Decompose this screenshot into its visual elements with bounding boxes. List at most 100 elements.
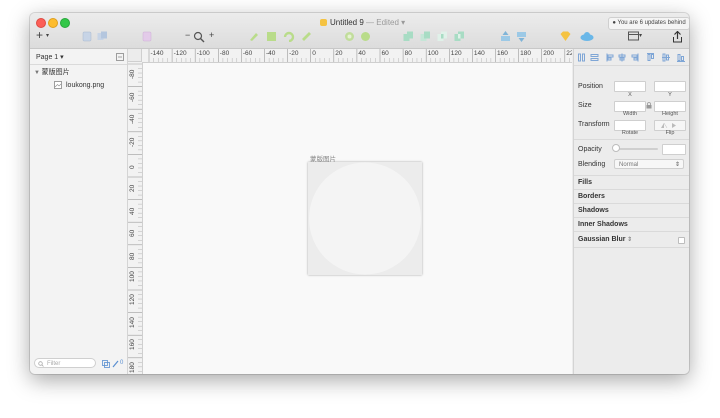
- group-icon: [82, 31, 92, 42]
- mask-icon: [345, 32, 354, 41]
- mirror-button[interactable]: [560, 31, 571, 43]
- difference-button[interactable]: [454, 31, 465, 43]
- opacity-slider-track[interactable]: [614, 148, 658, 150]
- borders-section[interactable]: Borders: [578, 193, 605, 200]
- inspector-panel: Position X Y Size Width Height Transform…: [573, 49, 689, 374]
- vertical-ruler[interactable]: -80 -60 -40 -20 0 20 40 60 80 100 120 140 160 180: [128, 62, 143, 374]
- ruler-label: 80: [129, 252, 136, 260]
- ruler-label: 100: [427, 50, 439, 57]
- subtract-icon: [420, 31, 430, 41]
- ruler-label: -80: [129, 69, 136, 79]
- inner-shadows-section[interactable]: Inner Shadows: [578, 221, 628, 228]
- zoom-control[interactable]: − +: [185, 30, 217, 43]
- transform-icon: [267, 32, 276, 41]
- chevron-down-icon: ▾: [46, 33, 50, 39]
- align-middle-icon: [662, 53, 670, 62]
- flatten-button[interactable]: [301, 31, 312, 43]
- view-icon: [628, 31, 639, 41]
- update-notice-text: You are 6 updates behind: [617, 20, 686, 26]
- add-page-icon[interactable]: [116, 53, 124, 61]
- divider: [574, 231, 689, 232]
- group-button[interactable]: [82, 31, 92, 43]
- backward-button[interactable]: [516, 31, 527, 43]
- create-slice-icon[interactable]: [102, 360, 110, 368]
- position-label: Position: [578, 83, 603, 90]
- mask-button[interactable]: [344, 31, 355, 43]
- ungroup-button[interactable]: [97, 31, 108, 43]
- chevron-updown-icon[interactable]: ⇕: [625, 237, 632, 243]
- blending-label: Blending: [578, 161, 606, 168]
- zoom-window-button[interactable]: [60, 18, 70, 28]
- view-button[interactable]: ▾: [628, 31, 644, 43]
- ruler-label: 100: [129, 271, 136, 283]
- blending-select[interactable]: Normal ⇕: [614, 159, 684, 169]
- align-left-icon: [606, 53, 614, 62]
- layer-row-image[interactable]: loukong.png: [54, 81, 104, 89]
- ruler-label: -80: [219, 50, 230, 57]
- divider: [574, 139, 689, 140]
- ruler-label: 200: [543, 50, 555, 57]
- subtract-button[interactable]: [420, 31, 431, 43]
- rotate-button[interactable]: [283, 31, 295, 43]
- union-button[interactable]: [403, 31, 414, 43]
- horizontal-ruler[interactable]: -140 -120 -100 -80 -60 -40 -20 0 20 40 60 80 100 120 1…: [142, 49, 572, 63]
- intersect-button[interactable]: [437, 31, 448, 43]
- titlebar: Untitled 9 — Edited ▾ ● You are 6 update…: [30, 13, 689, 49]
- minimize-window-button[interactable]: [48, 18, 58, 28]
- shadows-section[interactable]: Shadows: [578, 207, 609, 214]
- create-symbol-button[interactable]: [142, 31, 152, 43]
- document-icon: [320, 19, 327, 26]
- divider: [574, 175, 689, 176]
- search-icon: [38, 361, 44, 367]
- transform-button[interactable]: [266, 31, 277, 43]
- close-window-button[interactable]: [36, 18, 46, 28]
- ruler-label: 120: [129, 294, 136, 305]
- x-label: X: [628, 92, 632, 98]
- cloud-button[interactable]: [580, 31, 594, 43]
- opacity-input[interactable]: [662, 144, 686, 155]
- slice-knife-icon[interactable]: [112, 360, 119, 368]
- chevron-down-icon: ▾: [58, 54, 64, 61]
- align-right-icon: [631, 53, 639, 62]
- artboard[interactable]: [308, 162, 422, 275]
- disclosure-triangle-icon[interactable]: ▼: [34, 70, 42, 76]
- chevron-down-icon[interactable]: ▾: [399, 18, 405, 27]
- ruler-label: -40: [129, 114, 136, 125]
- position-y-input[interactable]: [654, 81, 686, 92]
- page-selector[interactable]: Page 1 ▾: [36, 53, 64, 61]
- layers-panel: Page 1 ▾ ▼ 蒙版图片 loukong.png Filter 0: [30, 49, 128, 374]
- flip-icons[interactable]: [660, 122, 680, 129]
- zoom-in-button[interactable]: +: [209, 30, 214, 40]
- insert-button[interactable]: + ▾: [36, 28, 50, 43]
- alignment-toolbar[interactable]: [578, 53, 686, 62]
- ruler-label: 180: [520, 50, 531, 57]
- update-notice-badge[interactable]: ● You are 6 updates behind: [608, 17, 689, 30]
- fills-section[interactable]: Fills: [578, 179, 592, 186]
- export-button[interactable]: [672, 31, 683, 43]
- opacity-slider-knob[interactable]: [612, 144, 620, 152]
- ruler-label: 0: [312, 50, 316, 57]
- zoom-out-button[interactable]: −: [185, 30, 190, 40]
- image-layer-icon: [54, 81, 62, 89]
- flip-label: Flip: [665, 130, 675, 136]
- gaussian-blur-section[interactable]: Gaussian Blur ⇕: [578, 236, 632, 243]
- gaussian-blur-checkbox[interactable]: [678, 237, 685, 244]
- ruler-label: -20: [289, 50, 299, 57]
- canvas[interactable]: -140 -120 -100 -80 -60 -40 -20 0 20 40 60 80 100 120 1…: [128, 49, 572, 374]
- y-label: Y: [668, 92, 672, 98]
- divider: [574, 203, 689, 204]
- size-label: Size: [578, 102, 592, 109]
- scale-button[interactable]: [360, 31, 371, 43]
- masked-image[interactable]: [308, 162, 422, 275]
- forward-button[interactable]: [500, 31, 511, 43]
- transform-label: Transform: [578, 121, 610, 128]
- ruler-label: 160: [129, 339, 136, 351]
- edit-button[interactable]: [249, 31, 260, 43]
- ruler-label: -60: [242, 50, 253, 57]
- send-backward-icon: [517, 32, 526, 42]
- layer-row-artboard[interactable]: ▼ 蒙版图片: [34, 67, 70, 77]
- chevron-down-icon: ▾: [639, 33, 643, 39]
- bring-forward-icon: [501, 31, 510, 41]
- lock-icon[interactable]: [646, 102, 652, 109]
- position-x-input[interactable]: [614, 81, 646, 92]
